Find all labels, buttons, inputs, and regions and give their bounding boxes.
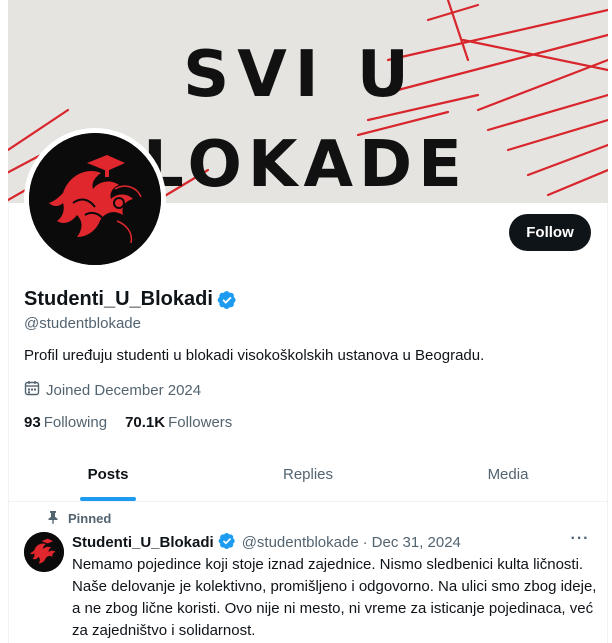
phoenix-logo-icon [24,532,64,572]
verified-badge-icon[interactable] [217,290,237,310]
tweet-author-handle[interactable]: @studentblokade [242,534,359,551]
banner-text-line1: SVI U [183,38,417,112]
tab-replies-label: Replies [282,466,334,483]
avatar-image [29,133,161,265]
follow-button[interactable]: Follow [509,214,591,251]
following-link[interactable]: 93 Following [24,414,107,431]
followers-link[interactable]: 70.1K Followers [125,414,232,431]
following-label: Following [43,414,108,431]
tweet-header: Studenti_U_Blokadi @studentblokade · Dec… [72,532,461,552]
profile-handle: @studentblokade [24,315,141,332]
tab-replies[interactable]: Replies [208,448,408,501]
following-count: 93 [24,414,41,431]
profile-avatar[interactable] [24,128,166,270]
tweet-text: Nemamo pojedince koji stoje iznad zajedn… [72,556,597,639]
more-horizontal-icon[interactable]: ··· [568,530,592,550]
pinned-label: Pinned [68,511,112,526]
profile-bio: Profil uređuju studenti u blokadi visoko… [24,347,485,364]
tweet-author-avatar[interactable] [24,532,64,572]
verified-badge-icon [218,532,238,552]
tab-posts-label: Posts [87,466,129,483]
active-tab-indicator [80,497,136,501]
profile-tabs: Posts Replies Media [8,448,608,502]
followers-count: 70.1K [125,414,166,431]
phoenix-logo-icon [29,133,161,265]
tweet-meta-separator: · [362,533,368,551]
profile-name-row: Studenti_U_Blokadi [24,288,237,311]
joined-date-text: Joined December 2024 [46,381,202,399]
profile-display-name: Studenti_U_Blokadi [24,288,213,310]
tweet-author-name[interactable]: Studenti_U_Blokadi [72,534,214,551]
pin-icon [46,510,60,527]
tab-media[interactable]: Media [408,448,608,501]
tweet-date[interactable]: Dec 31, 2024 [372,534,461,551]
pinned-indicator: Pinned [46,510,111,527]
profile-joined: Joined December 2024 [24,380,201,400]
tab-posts[interactable]: Posts [8,448,208,501]
calendar-icon [24,380,40,400]
profile-stats: 93 Following 70.1K Followers [24,414,232,431]
followers-label: Followers [168,414,233,431]
tab-media-label: Media [487,466,529,483]
